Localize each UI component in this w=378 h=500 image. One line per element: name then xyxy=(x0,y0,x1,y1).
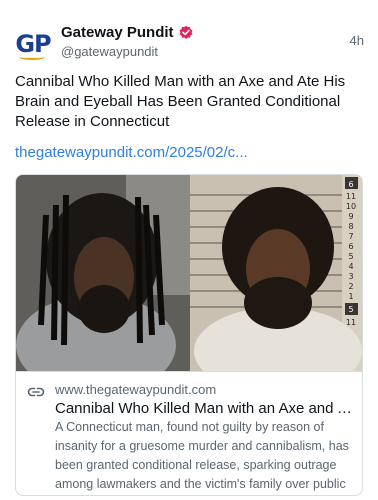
height-chart-label: 4 xyxy=(348,262,353,271)
height-chart-label: 6 xyxy=(348,180,353,189)
author-name[interactable]: Gateway Pundit xyxy=(61,24,174,41)
post-link[interactable]: thegatewaypundit.com/2025/02/c... xyxy=(15,144,248,161)
avatar[interactable]: GP xyxy=(13,24,53,64)
card-domain[interactable]: www.thegatewaypundit.com xyxy=(55,382,216,397)
height-chart-label: 8 xyxy=(348,222,353,231)
card-description: A Connecticut man, found not guilty by r… xyxy=(55,420,349,491)
height-chart-label: 3 xyxy=(348,272,353,281)
author-handle[interactable]: @gatewaypundit xyxy=(61,44,158,59)
social-post[interactable]: GP Gateway Pundit @gatewaypundit 4h Cann… xyxy=(0,0,378,500)
height-chart-label: 10 xyxy=(346,202,356,211)
author-name-row[interactable]: Gateway Pundit xyxy=(61,24,194,41)
height-chart-label: 9 xyxy=(348,212,353,221)
height-chart-label: 2 xyxy=(348,282,353,291)
height-chart-label: 11 xyxy=(346,192,356,201)
link-preview-card[interactable]: 6 11 10 9 8 7 6 5 4 3 2 1 5 11 www.thega… xyxy=(15,174,363,496)
link-chain-icon xyxy=(27,385,45,399)
height-chart-label: 7 xyxy=(348,232,353,241)
height-chart-label: 5 xyxy=(348,305,353,314)
avatar-logo-text: GP xyxy=(15,30,51,58)
height-chart-label: 5 xyxy=(348,252,353,261)
height-chart-label: 6 xyxy=(348,242,353,251)
avatar-swoosh-icon xyxy=(19,54,45,60)
post-timestamp[interactable]: 4h xyxy=(350,33,364,48)
height-chart-label: 11 xyxy=(346,318,356,327)
verified-badge-icon xyxy=(178,25,194,41)
card-title[interactable]: Cannibal Who Killed Man with an Axe and … xyxy=(55,400,357,417)
post-text: Cannibal Who Killed Man with an Axe and … xyxy=(15,73,346,130)
card-image[interactable]: 6 11 10 9 8 7 6 5 4 3 2 1 5 11 xyxy=(16,175,362,371)
height-chart-label: 1 xyxy=(348,292,353,301)
card-divider xyxy=(16,371,362,372)
